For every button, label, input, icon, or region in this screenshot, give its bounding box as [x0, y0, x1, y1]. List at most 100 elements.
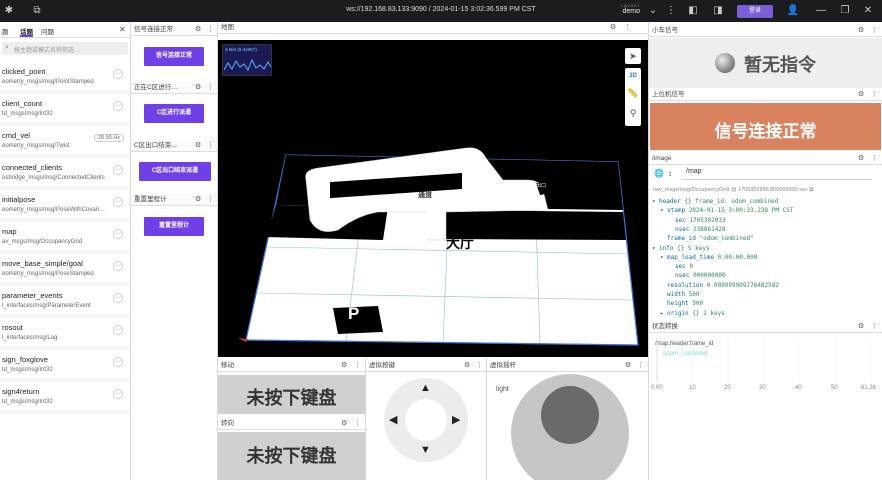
topic-row[interactable]: sign4return td_msgs/msg/Int32 ⋯: [0, 382, 130, 413]
tree-row[interactable]: resolution 0.009999999776482582: [660, 282, 779, 289]
more-icon[interactable]: ⋮: [354, 418, 361, 430]
pose-estimate-icon[interactable]: ⚲: [626, 108, 640, 122]
more-options-icon[interactable]: ⋯: [113, 325, 123, 335]
tree-row[interactable]: nsec 000000000: [668, 272, 726, 279]
search-placeholder: 按主题或模式名称筛选…: [14, 48, 81, 54]
diff-icon[interactable]: ↕: [668, 169, 672, 178]
gear-icon[interactable]: ⚙: [195, 24, 201, 36]
more-options-icon[interactable]: ⋯: [113, 101, 123, 111]
globe-icon[interactable]: 🌐: [654, 169, 664, 178]
gear-icon[interactable]: ⚙: [858, 25, 864, 37]
more-icon[interactable]: ⋮: [207, 194, 214, 206]
more-icon[interactable]: ⋮: [871, 25, 878, 37]
more-icon[interactable]: ⋮: [624, 22, 631, 34]
reset-odometry-button[interactable]: 重置里程计: [144, 217, 204, 236]
more-icon[interactable]: ⋮: [664, 4, 678, 18]
more-icon[interactable]: ⋮: [871, 89, 878, 101]
tree-row[interactable]: ▾ map_load_time 0:00:00.000: [660, 254, 757, 261]
more-icon[interactable]: ⋮: [207, 82, 214, 94]
gear-icon[interactable]: ⚙: [610, 22, 616, 34]
gear-icon[interactable]: ⚙: [195, 194, 201, 206]
login-button[interactable]: 登录: [737, 5, 773, 18]
gear-icon[interactable]: ⚙: [625, 360, 631, 372]
copy-icon[interactable]: ⧉: [809, 187, 813, 193]
chevron-down-icon[interactable]: ⌄: [646, 4, 660, 18]
gear-icon[interactable]: ⚙: [341, 360, 347, 372]
gear-icon[interactable]: ⚙: [464, 360, 470, 372]
c-exit-dispatch-button[interactable]: C区出口结束派遣: [139, 162, 211, 181]
arrow-down-icon[interactable]: ▼: [420, 444, 431, 456]
arrow-up-icon[interactable]: ▲: [420, 382, 431, 394]
signal-ok-button[interactable]: 信号连接正常: [144, 47, 204, 66]
topic-row[interactable]: map av_msgs/msg/OccupancyGrid ⋯: [0, 222, 130, 253]
tree-row[interactable]: frame_id "odom_combined": [660, 235, 754, 242]
dpad-center[interactable]: [405, 399, 447, 441]
joystick-knob[interactable]: [541, 386, 599, 444]
tree-row[interactable]: sec 0: [668, 263, 693, 270]
tree-arrow-icon[interactable]: ▾: [652, 245, 659, 252]
more-options-icon[interactable]: ⋯: [113, 197, 123, 207]
gear-icon[interactable]: ⚙: [858, 321, 864, 333]
tree-row[interactable]: height 500: [660, 300, 703, 307]
more-options-icon[interactable]: ⋯: [113, 357, 123, 367]
more-options-icon[interactable]: ⋯: [113, 293, 123, 303]
gear-icon[interactable]: ⚙: [195, 82, 201, 94]
tree-row[interactable]: ▾ header {} frame_id: odom_combined: [652, 198, 778, 205]
left-sidebar-toggle-icon[interactable]: ◧: [686, 4, 700, 18]
more-icon[interactable]: ⋮: [637, 360, 644, 372]
more-icon[interactable]: ⋮: [871, 153, 878, 165]
minimize-icon[interactable]: —: [814, 4, 828, 18]
map-3d-view[interactable]: 3 M/s (0-44067) 接待室 通道 大厅 P 出口 ➤ 3D 📏 ⚲: [218, 40, 648, 357]
topic-path-input[interactable]: /map: [682, 168, 872, 180]
more-options-icon[interactable]: ⋯: [113, 229, 123, 239]
topic-row[interactable]: cmd_vel eometry_msgs/msg/Twist 20.90 Hz: [0, 126, 130, 157]
tree-row[interactable]: sec 1705302033: [668, 217, 726, 224]
more-options-icon[interactable]: ⋯: [113, 389, 123, 399]
tree-arrow-icon[interactable]: ▾: [660, 207, 667, 214]
gear-icon[interactable]: ⚙: [195, 140, 201, 152]
tree-row[interactable]: nsec 238861428: [668, 226, 726, 233]
more-icon[interactable]: ⋮: [871, 321, 878, 333]
c-dispatch-button[interactable]: C区进行派遣: [144, 104, 204, 123]
layout-selector[interactable]: LAYOUT demo: [610, 3, 640, 15]
topic-search-input[interactable]: ⌕ 按主题或模式名称筛选…: [2, 42, 128, 55]
topic-row[interactable]: client_count td_msgs/msg/Int32 ⋯: [0, 94, 130, 125]
gear-icon[interactable]: ⚙: [341, 418, 347, 430]
ruler-icon[interactable]: 📏: [626, 88, 640, 102]
topic-row[interactable]: sign_foxglove td_msgs/msg/Int32 ⋯: [0, 350, 130, 381]
more-icon[interactable]: ⋮: [476, 360, 483, 372]
arrow-left-icon[interactable]: ◀: [389, 413, 397, 426]
close-window-icon[interactable]: ✕: [861, 4, 875, 18]
arrow-right-icon[interactable]: ▶: [452, 413, 460, 426]
right-sidebar-toggle-icon[interactable]: ◨: [711, 4, 725, 18]
tree-row[interactable]: ▾ info {} 5 keys: [652, 245, 710, 252]
tree-arrow-icon[interactable]: ▾: [652, 198, 659, 205]
maximize-icon[interactable]: ❐: [838, 4, 852, 18]
topic-row[interactable]: move_base_simple/goal eometry_msgs/msg/Po…: [0, 254, 130, 285]
close-icon[interactable]: ✕: [119, 25, 126, 34]
more-options-icon[interactable]: ⋯: [113, 261, 123, 271]
topic-row[interactable]: rosout l_interfaces/msg/Log ⋯: [0, 318, 130, 349]
publish-point-tool[interactable]: ➤: [625, 48, 641, 64]
view-3d-toggle[interactable]: 3D: [626, 70, 640, 82]
more-options-icon[interactable]: ⋯: [113, 165, 123, 175]
topic-row[interactable]: connected_clients osbridge_msgs/msg/Conne…: [0, 158, 130, 189]
tree-arrow-icon[interactable]: ▾: [660, 254, 667, 261]
tree-row[interactable]: ▾ stamp 2024-01-15 3:00:33.238 PM CST: [660, 207, 793, 214]
topic-row[interactable]: clicked_point eometry_msgs/msg/PointStamp…: [0, 62, 130, 93]
more-icon[interactable]: ⋮: [354, 360, 361, 372]
tab-panel[interactable]: 题: [2, 26, 9, 36]
more-options-icon[interactable]: ⋯: [113, 69, 123, 79]
more-icon[interactable]: ⋮: [207, 24, 214, 36]
gear-icon[interactable]: ⚙: [858, 89, 864, 101]
gear-icon[interactable]: ⚙: [858, 153, 864, 165]
tree-arrow-icon[interactable]: ▸: [660, 310, 667, 317]
more-icon[interactable]: ⋮: [207, 140, 214, 152]
user-icon[interactable]: 👤: [786, 4, 800, 18]
tab-problems[interactable]: 问题: [41, 26, 54, 36]
tree-row[interactable]: width 500: [660, 291, 700, 298]
topic-row[interactable]: initialpose eometry_msgs/msg/PoseWithCova…: [0, 190, 130, 221]
joystick-base[interactable]: [511, 374, 629, 480]
tree-row[interactable]: ▸ origin {} 2 keys: [660, 310, 725, 317]
topic-row[interactable]: parameter_events l_interfaces/msg/Paramet…: [0, 286, 130, 317]
